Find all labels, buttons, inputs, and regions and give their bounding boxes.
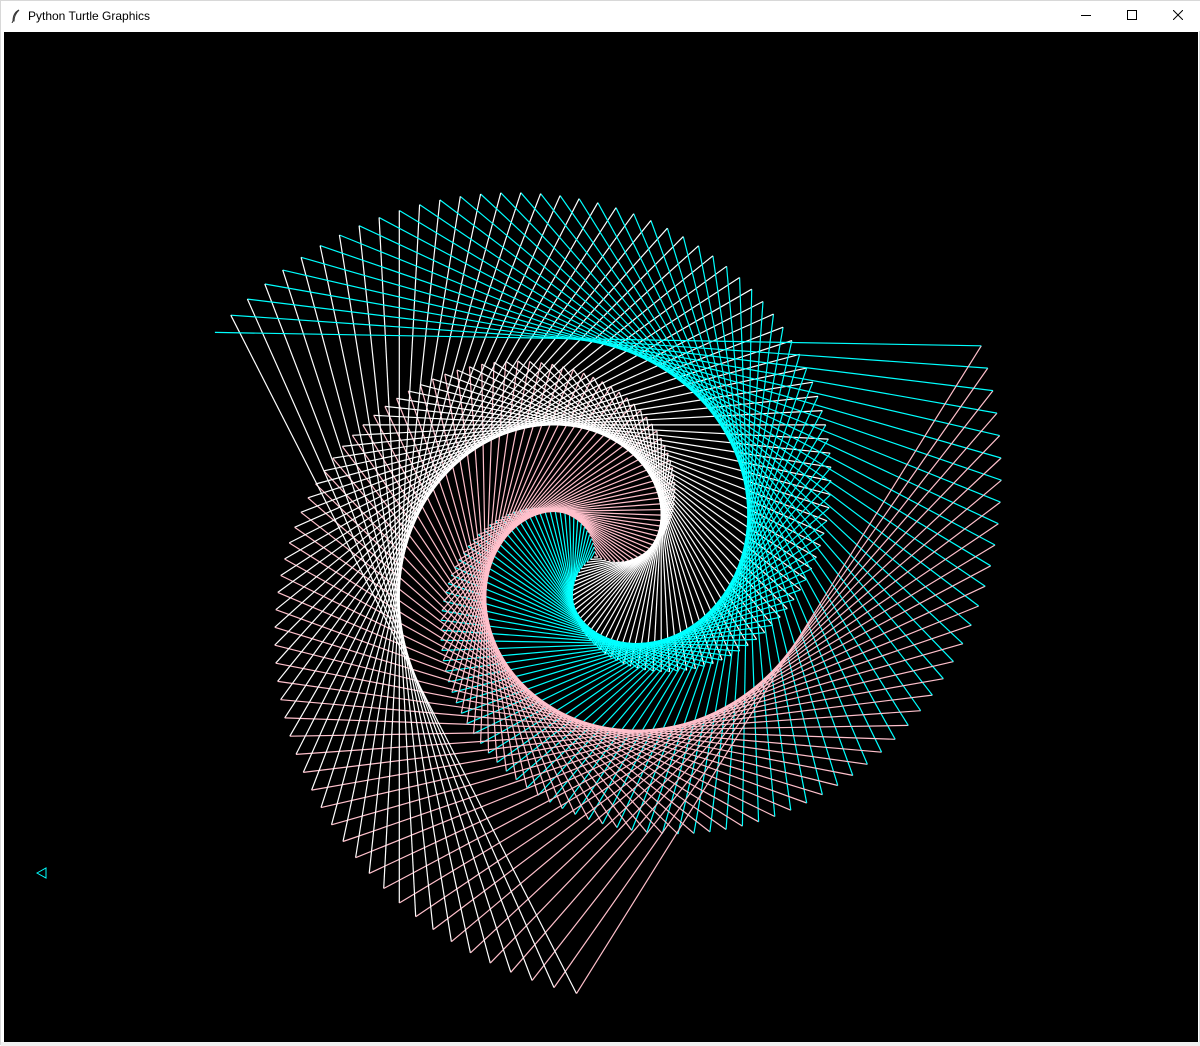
spiral-segment [300, 256, 1002, 459]
spiral-segment [358, 225, 999, 525]
spiral-segment [520, 192, 944, 680]
turtle-arrow-icon [35, 867, 47, 879]
spiral-segment [277, 591, 792, 811]
spiral-segment [553, 367, 989, 988]
close-icon [1172, 7, 1184, 25]
spiral-drawing [4, 32, 1198, 1042]
spiral-segment [450, 423, 653, 576]
spiral-segment [264, 283, 533, 981]
spiral-segment [597, 202, 896, 740]
spiral-segment [590, 558, 603, 560]
spiral-segment [264, 283, 998, 414]
spiral-segment [489, 435, 1001, 964]
spiral-segment [395, 398, 563, 809]
spiral-segment [284, 207, 617, 719]
title-bar[interactable]: Python Turtle Graphics [1, 1, 1200, 31]
spiral-segment [383, 565, 991, 890]
turtle-window: Python Turtle Graphics [0, 0, 1200, 1046]
spiral-segment [300, 257, 491, 964]
spiral-segment [398, 544, 996, 904]
spiral-segment [280, 574, 776, 818]
spiral-segment [342, 395, 819, 447]
window-title: Python Turtle Graphics [28, 9, 151, 23]
spiral-segment [398, 209, 992, 567]
spiral-segment [368, 585, 986, 874]
window-controls [1063, 1, 1200, 31]
spiral-segment [415, 523, 999, 918]
spiral-segment [338, 234, 452, 942]
spiral-segment [378, 216, 996, 546]
spiral-segment [294, 313, 774, 528]
feather-icon [9, 9, 23, 23]
close-button[interactable] [1155, 1, 1200, 31]
maximize-button[interactable] [1109, 1, 1155, 31]
minimize-icon [1081, 7, 1091, 25]
spiral-segment [319, 245, 471, 954]
spiral-segment [576, 530, 588, 577]
spiral-segment [247, 298, 994, 392]
turtle-canvas[interactable] [4, 32, 1198, 1042]
maximize-icon [1127, 7, 1137, 25]
spiral-segment [315, 353, 800, 485]
window-bottom-edge [1, 1042, 1200, 1046]
minimize-button[interactable] [1063, 1, 1109, 31]
spiral-segment [358, 225, 434, 930]
